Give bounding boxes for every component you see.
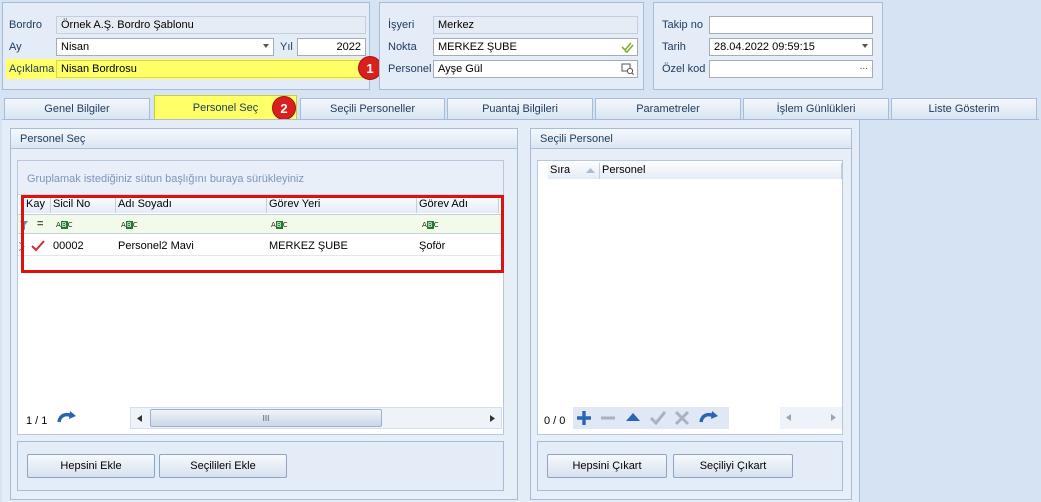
isyeri-label: İşyeri (388, 19, 415, 31)
hepsini-cikart-button[interactable]: Hepsini Çıkart (547, 454, 667, 478)
chevron-down-icon[interactable] (862, 44, 868, 48)
ozel-kod-label: Özel kod (662, 63, 706, 75)
personel-label: Personel (388, 63, 432, 75)
pager-label: 1 / 1 (26, 415, 48, 427)
annotation-badge-2: 2 (272, 96, 296, 120)
tab-liste-gosterim[interactable]: Liste Gösterim (891, 98, 1037, 119)
minus-icon[interactable] (600, 410, 616, 426)
yil-value: 2022 (336, 41, 361, 53)
column-header-sira-label: Sıra (550, 164, 571, 176)
scroll-thumb[interactable]: III (150, 409, 382, 427)
left-buttons-box: Hepsini Ekle Seçilileri Ekle (17, 441, 504, 491)
personel-sec-title: Personel Seç (11, 129, 517, 149)
bordro-field[interactable]: Örnek A.Ş. Bordro Şablonu (56, 16, 366, 34)
plus-icon[interactable] (576, 410, 592, 426)
aciklama-field[interactable]: Nisan Bordrosu (56, 60, 366, 78)
annotation-red-frame (21, 195, 504, 273)
secili-personel-grid: Sıra Personel 0 / 0 (537, 160, 843, 435)
right-pager-label: 0 / 0 (544, 415, 566, 427)
move-up-icon[interactable] (626, 412, 640, 422)
nokta-field[interactable]: MERKEZ ŞUBE (433, 38, 638, 56)
ay-select[interactable]: Nisan (56, 38, 274, 56)
secili-personel-panel: Seçili Personel Sıra Personel 0 / 0 Heps… (530, 128, 852, 500)
personel-value: Ayşe Gül (438, 63, 483, 75)
header-right-panel: Takip no Tarih 28.04.2022 09:59:15 Özel … (653, 2, 883, 90)
scroll-right-icon[interactable] (490, 415, 495, 422)
takip-field[interactable] (709, 16, 873, 34)
header-left-panel: Bordro Örnek A.Ş. Bordro Şablonu Ay Nisa… (2, 2, 370, 90)
refresh-icon[interactable] (698, 409, 720, 427)
tab-parametreler[interactable]: Parametreler (595, 98, 741, 119)
group-by-panel[interactable]: Gruplamak istediğiniz sütun başlığını bu… (18, 161, 503, 195)
ozel-kod-field[interactable]: ... (709, 60, 873, 78)
column-header-personel[interactable]: Personel (600, 163, 842, 179)
tab-genel-bilgiler[interactable]: Genel Bilgiler (4, 98, 150, 119)
horizontal-scrollbar[interactable]: III (130, 407, 502, 429)
ay-value: Nisan (61, 41, 90, 53)
scroll-right-icon[interactable] (831, 414, 836, 421)
header-mid-panel: İşyeri Merkez Nokta MERKEZ ŞUBE Personel… (379, 2, 644, 90)
tarih-value: 28.04.2022 09:59:15 (714, 41, 815, 53)
seciliyi-cikart-button[interactable]: Seçiliyi Çıkart (673, 454, 793, 478)
cancel-x-icon[interactable] (674, 410, 690, 426)
isyeri-field[interactable]: Merkez (433, 16, 638, 34)
tab-secili-personeller[interactable]: Seçili Personeller (300, 98, 445, 119)
ellipsis-button[interactable]: ... (860, 61, 868, 72)
sort-ascending-icon[interactable] (586, 168, 595, 173)
nokta-value: MERKEZ ŞUBE (438, 41, 517, 53)
tab-puantaj-bilgileri[interactable]: Puantaj Bilgileri (447, 98, 593, 119)
right-buttons-box: Hepsini Çıkart Seçiliyi Çıkart (537, 441, 843, 491)
right-horizontal-scrollbar[interactable] (780, 407, 842, 429)
chevron-down-icon[interactable] (263, 44, 269, 48)
hepsini-ekle-button[interactable]: Hepsini Ekle (27, 454, 155, 478)
tab-islem-gunlukleri[interactable]: İşlem Günlükleri (743, 98, 889, 119)
personel-sec-panel: Personel Seç Gruplamak istediğiniz sütun… (10, 128, 518, 500)
group-by-hint: Gruplamak istediğiniz sütun başlığını bu… (27, 173, 304, 185)
takip-label: Takip no (662, 19, 703, 31)
refresh-icon[interactable] (56, 409, 78, 427)
ay-label: Ay (9, 41, 22, 53)
scroll-left-icon[interactable] (137, 415, 142, 422)
yil-field[interactable]: 2022 (297, 38, 366, 56)
secilileri-ekle-button[interactable]: Seçilileri Ekle (159, 454, 287, 478)
bordro-label: Bordro (9, 19, 43, 31)
tarih-picker[interactable]: 28.04.2022 09:59:15 (709, 38, 873, 56)
nokta-label: Nokta (388, 41, 417, 53)
tarih-label: Tarih (662, 41, 686, 53)
personel-field[interactable]: Ayşe Gül (433, 60, 638, 78)
secili-personel-title: Seçili Personel (531, 129, 851, 149)
confirm-check-icon[interactable] (650, 410, 666, 426)
lookup-icon[interactable] (621, 63, 634, 75)
column-header-sira[interactable]: Sıra (548, 163, 600, 179)
double-check-icon[interactable] (621, 42, 634, 53)
aciklama-label: Açıklama (9, 63, 55, 75)
scroll-left-icon[interactable] (786, 414, 791, 421)
navigator-toolbar (573, 407, 729, 429)
scroll-grip: III (262, 414, 270, 423)
yil-label: Yıl (280, 41, 293, 53)
